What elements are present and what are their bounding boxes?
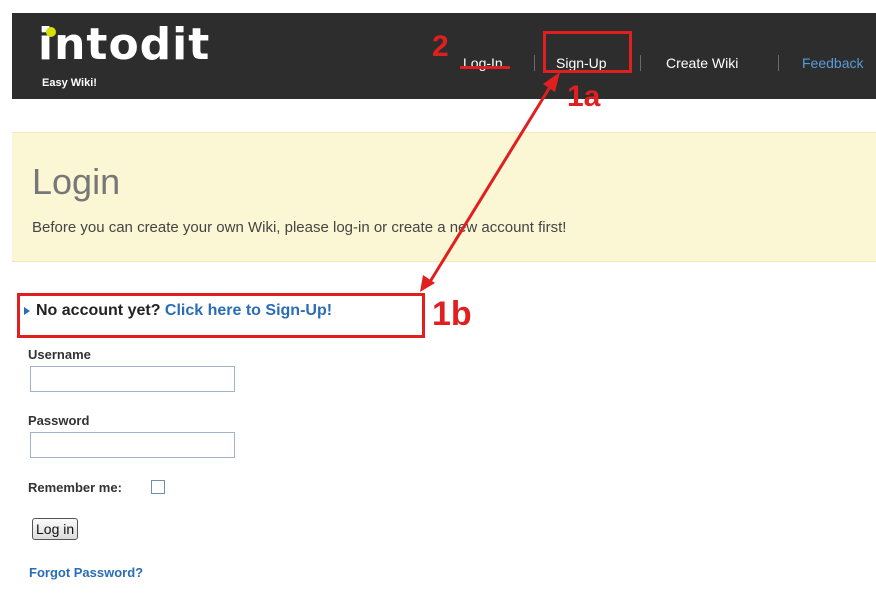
annotation-arrow-line (426, 86, 552, 286)
annotation-arrowhead-top-icon (543, 72, 560, 92)
annotation-arrow (420, 72, 560, 292)
